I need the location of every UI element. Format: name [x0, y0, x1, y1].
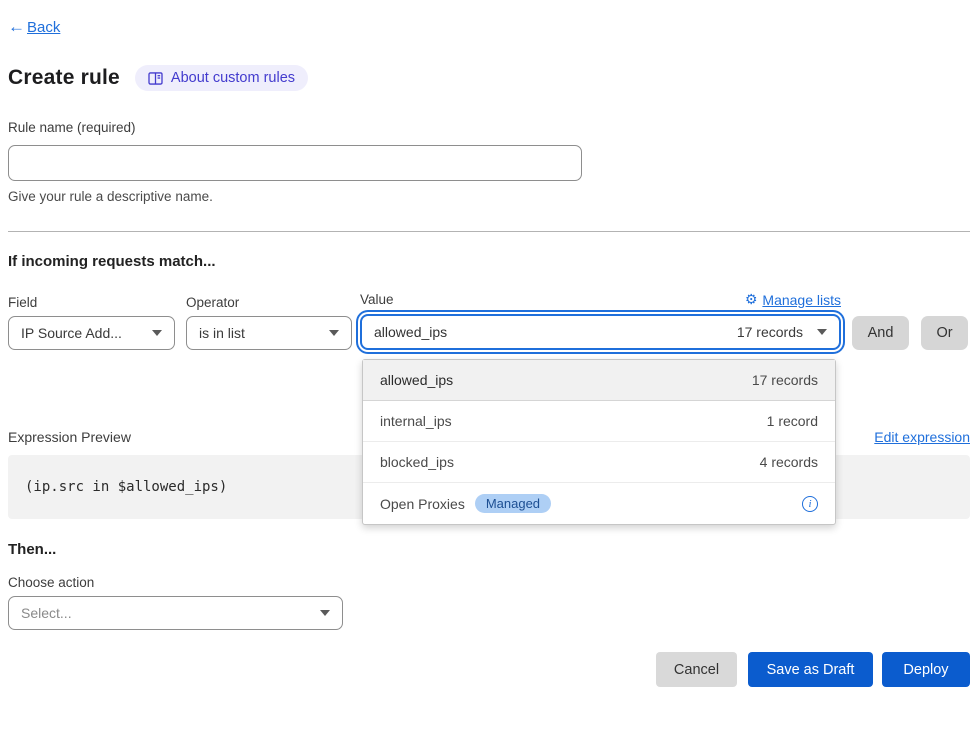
title-row: Create rule About custom rules: [8, 65, 970, 91]
value-select-count: 17 records: [737, 324, 803, 340]
list-option-name: internal_ips: [380, 413, 452, 429]
about-custom-rules-label: About custom rules: [171, 70, 295, 86]
section-divider: [8, 231, 970, 232]
manage-lists-link[interactable]: ⚙ Manage lists: [745, 291, 841, 308]
or-button[interactable]: Or: [921, 316, 968, 350]
and-button[interactable]: And: [852, 316, 909, 350]
page-title: Create rule: [8, 66, 120, 90]
about-custom-rules-link[interactable]: About custom rules: [135, 65, 308, 91]
list-option-count: 1 record: [767, 413, 818, 429]
edit-expression-link[interactable]: Edit expression: [874, 429, 970, 445]
gear-icon: ⚙: [745, 291, 758, 308]
footer-actions: Cancel Save as Draft Deploy: [8, 652, 970, 687]
operator-select[interactable]: is in list: [186, 316, 352, 350]
operator-label: Operator: [186, 295, 352, 310]
back-arrow-icon: ←: [8, 17, 25, 37]
chevron-down-icon: [329, 330, 339, 336]
condition-row: Field IP Source Add... Operator is in li…: [8, 291, 970, 350]
list-option-name: blocked_ips: [380, 454, 454, 470]
list-option-open-proxies[interactable]: Open Proxies Managed i: [363, 483, 835, 524]
list-dropdown-panel: allowed_ips 17 records internal_ips 1 re…: [362, 359, 836, 525]
field-label: Field: [8, 295, 175, 310]
value-select[interactable]: allowed_ips 17 records: [360, 314, 841, 350]
chevron-down-icon: [817, 329, 827, 335]
list-option-name: allowed_ips: [380, 372, 453, 388]
deploy-button[interactable]: Deploy: [882, 652, 970, 687]
chevron-down-icon: [320, 610, 330, 616]
field-select[interactable]: IP Source Add...: [8, 316, 175, 350]
list-option-name: Open Proxies: [380, 496, 465, 512]
save-as-draft-button[interactable]: Save as Draft: [748, 652, 873, 687]
list-option-internal-ips[interactable]: internal_ips 1 record: [363, 401, 835, 442]
info-icon[interactable]: i: [802, 496, 818, 512]
value-label: Value: [360, 292, 394, 307]
manage-lists-label[interactable]: Manage lists: [762, 292, 841, 308]
list-option-blocked-ips[interactable]: blocked_ips 4 records: [363, 442, 835, 483]
create-rule-page: ← Back Create rule About custom rules Ru…: [0, 0, 979, 687]
rule-name-helper: Give your rule a descriptive name.: [8, 189, 970, 204]
operator-select-value: is in list: [199, 325, 245, 341]
field-select-value: IP Source Add...: [21, 325, 122, 341]
back-link-label[interactable]: Back: [27, 19, 60, 36]
book-icon: [148, 72, 163, 85]
value-select-name: allowed_ips: [374, 324, 737, 340]
managed-badge: Managed: [475, 494, 551, 513]
cancel-button[interactable]: Cancel: [656, 652, 737, 687]
rule-name-input[interactable]: [8, 145, 582, 181]
action-select[interactable]: Select...: [8, 596, 343, 630]
expression-code: (ip.src in $allowed_ips): [25, 479, 227, 495]
chevron-down-icon: [152, 330, 162, 336]
list-option-count: 4 records: [760, 454, 818, 470]
list-option-allowed-ips[interactable]: allowed_ips 17 records: [363, 360, 835, 401]
then-section-heading: Then...: [8, 541, 970, 558]
back-link[interactable]: ← Back: [8, 17, 970, 37]
list-option-count: 17 records: [752, 372, 818, 388]
choose-action-label: Choose action: [8, 575, 970, 590]
action-select-placeholder: Select...: [21, 605, 312, 621]
rule-name-label: Rule name (required): [8, 120, 970, 135]
expression-preview-label: Expression Preview: [8, 429, 131, 445]
match-section-heading: If incoming requests match...: [8, 253, 970, 270]
